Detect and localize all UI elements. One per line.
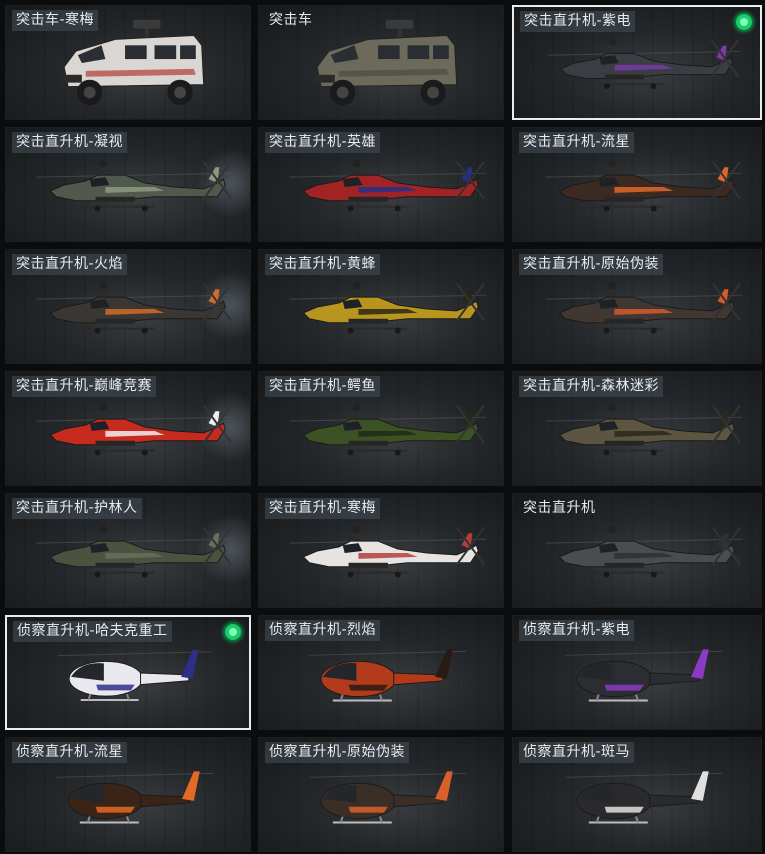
skin-tile[interactable]: 突击直升机-森林迷彩	[512, 371, 762, 486]
skin-tile[interactable]: 突击直升机-黄蜂	[258, 249, 504, 364]
equipped-indicator-icon	[736, 14, 752, 30]
skin-name: 突击直升机-流星	[519, 132, 635, 153]
skin-tile[interactable]: 侦察直升机-紫电	[512, 615, 762, 730]
skin-tile[interactable]: 突击直升机-紫电	[512, 5, 762, 120]
skin-name: 突击车	[269, 12, 313, 28]
skin-tile[interactable]: 侦察直升机-流星	[5, 737, 251, 852]
skin-tile[interactable]: 突击车-寒梅	[5, 5, 251, 120]
skin-tile[interactable]: 突击直升机-寒梅	[258, 493, 504, 608]
skin-name: 侦察直升机-原始伪装	[265, 742, 410, 763]
skin-name: 侦察直升机-烈焰	[265, 620, 381, 641]
skin-tile[interactable]: 突击直升机	[512, 493, 762, 608]
skin-tile[interactable]: 突击直升机-鳄鱼	[258, 371, 504, 486]
skin-name: 侦察直升机-哈夫克重工	[13, 621, 172, 642]
skin-tile[interactable]: 侦察直升机-烈焰	[258, 615, 504, 730]
skin-tile[interactable]: 突击直升机-巅峰竞赛	[5, 371, 251, 486]
skin-name: 突击车-寒梅	[12, 10, 99, 31]
skin-name: 突击直升机-巅峰竞赛	[12, 376, 157, 397]
skin-tile[interactable]: 突击直升机-流星	[512, 127, 762, 242]
skin-tile[interactable]: 突击直升机-原始伪装	[512, 249, 762, 364]
skin-name: 突击直升机-凝视	[12, 132, 128, 153]
skin-tile[interactable]: 侦察直升机-哈夫克重工	[5, 615, 251, 730]
vehicle-skin-grid: 突击车-寒梅 突击车 突击直升机-紫电 突击直升机-凝视 突击直升机-英雄 突击…	[0, 0, 765, 854]
skin-name: 突击直升机-黄蜂	[265, 254, 381, 275]
skin-tile[interactable]: 突击直升机-凝视	[5, 127, 251, 242]
skin-tile[interactable]: 突击直升机-护林人	[5, 493, 251, 608]
skin-name: 突击直升机-火焰	[12, 254, 128, 275]
skin-name: 侦察直升机-流星	[12, 742, 128, 763]
skin-name: 突击直升机	[523, 500, 596, 516]
skin-name: 突击直升机-原始伪装	[519, 254, 664, 275]
skin-tile[interactable]: 突击直升机-英雄	[258, 127, 504, 242]
equipped-indicator-icon	[225, 624, 241, 640]
skin-name: 突击直升机-鳄鱼	[265, 376, 381, 397]
skin-name: 突击直升机-英雄	[265, 132, 381, 153]
skin-tile[interactable]: 侦察直升机-原始伪装	[258, 737, 504, 852]
skin-name: 突击直升机-森林迷彩	[519, 376, 664, 397]
skin-tile[interactable]: 突击车	[258, 5, 504, 120]
skin-tile[interactable]: 侦察直升机-斑马	[512, 737, 762, 852]
skin-name: 突击直升机-护林人	[12, 498, 142, 519]
skin-tile[interactable]: 突击直升机-火焰	[5, 249, 251, 364]
skin-name: 突击直升机-紫电	[520, 11, 636, 32]
skin-name: 侦察直升机-斑马	[519, 742, 635, 763]
skin-name: 侦察直升机-紫电	[519, 620, 635, 641]
skin-name: 突击直升机-寒梅	[265, 498, 381, 519]
